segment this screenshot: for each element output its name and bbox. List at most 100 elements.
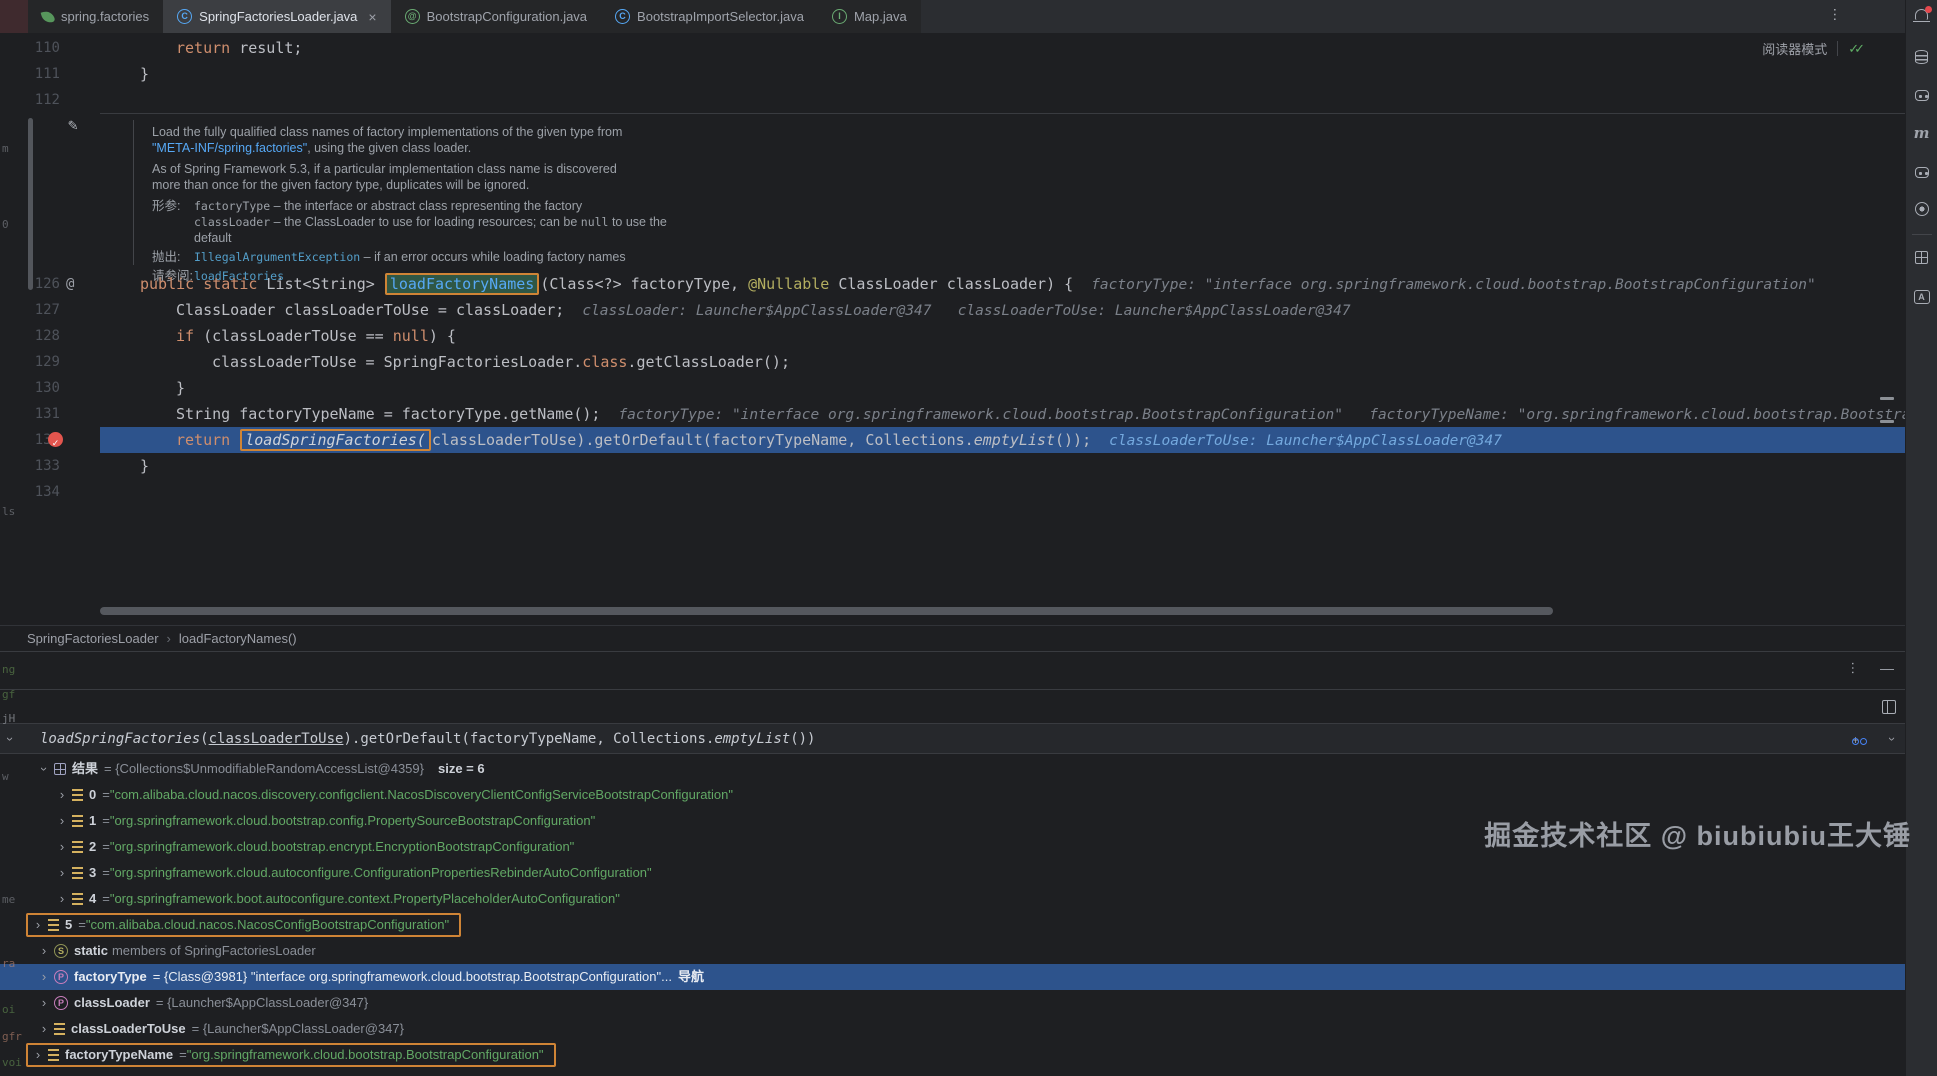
line-number[interactable]: 130 [30, 375, 60, 401]
collapse-chevron-icon[interactable]: › [0, 737, 25, 741]
debug-options-kebab-icon[interactable]: … [1849, 661, 1865, 675]
breadcrumb-class[interactable]: SpringFactoriesLoader [27, 631, 159, 646]
code-line-134 [100, 479, 1905, 505]
tree-chevron-icon[interactable]: › [36, 964, 52, 990]
inline-debugger-hint: factoryType: "interface org.springframew… [1091, 277, 1816, 293]
line-number[interactable]: 110 [30, 35, 60, 61]
tab-BootstrapConfiguration.java[interactable]: @ BootstrapConfiguration.java [391, 0, 601, 33]
javadoc-section-label: 形参: [152, 198, 194, 246]
divider [0, 689, 1905, 690]
horizontal-scrollbar-thumb[interactable] [100, 607, 1553, 615]
breadcrumb: SpringFactoriesLoader › loadFactoryNames… [0, 625, 1905, 651]
tree-chevron-icon[interactable]: › [30, 912, 46, 938]
panel-layout-icon[interactable] [1882, 700, 1896, 714]
annotation-icon: @ [405, 9, 420, 24]
variable-row-3[interactable]: ›3= "org.springframework.cloud.autoconfi… [0, 860, 1905, 886]
variable-row-factoryTypeName[interactable]: ›factoryTypeName= "org.springframework.c… [0, 1042, 1905, 1068]
navigate-link[interactable]: 导航 [678, 964, 704, 990]
class-icon: C [615, 9, 630, 24]
tree-chevron-icon[interactable]: › [30, 1042, 46, 1068]
tree-chevron-icon[interactable]: › [36, 990, 52, 1016]
close-tab-icon[interactable]: × [368, 10, 376, 24]
javadoc-text: factoryType – the interface or abstract … [194, 198, 672, 246]
tree-chevron-icon[interactable]: › [54, 886, 70, 912]
translate-icon[interactable]: A [1914, 290, 1930, 304]
editor-tab-bar: spring.factoriesCSpringFactoriesLoader.j… [0, 0, 1937, 33]
variable-name: 5 [65, 912, 72, 938]
tab-BootstrapImportSelector.java[interactable]: CBootstrapImportSelector.java [601, 0, 818, 33]
watch-expression[interactable]: loadSpringFactories(classLoaderToUse).ge… [40, 724, 815, 754]
ai-assistant-icon[interactable] [1915, 90, 1929, 101]
variable-value: = {Class@3981} "interface org.springfram… [153, 964, 672, 990]
tree-chevron-icon[interactable]: › [31, 761, 57, 777]
tab-list: spring.factoriesCSpringFactoriesLoader.j… [28, 0, 921, 33]
maven-icon[interactable]: m [1906, 125, 1937, 141]
clipped-text-fragment: ra [2, 957, 15, 970]
line-number[interactable]: 128 [30, 323, 60, 349]
tree-chevron-icon[interactable]: › [54, 860, 70, 886]
javadoc-link[interactable]: "META-INF/spring.factories" [152, 141, 307, 155]
array-item-icon [48, 919, 59, 931]
plugin-robot-icon[interactable] [1915, 167, 1929, 178]
minimize-icon[interactable]: — [1880, 660, 1894, 676]
parameter-icon: P [54, 970, 68, 984]
tree-chevron-icon[interactable]: › [36, 1016, 52, 1042]
database-icon[interactable] [1915, 50, 1928, 64]
tree-chevron-icon[interactable]: › [54, 782, 70, 808]
edit-javadoc-pencil-icon[interactable]: ✎ [68, 115, 78, 134]
variable-value: = [179, 1042, 187, 1068]
line-number[interactable]: 131 [30, 401, 60, 427]
line-number[interactable]: 133 [30, 453, 60, 479]
line-number[interactable]: 112 [30, 87, 60, 113]
line-number[interactable]: 126 [30, 271, 60, 297]
structure-grid-icon[interactable] [1915, 251, 1928, 264]
variable-value: = {Collections$UnmodifiableRandomAccessL… [104, 756, 424, 782]
variable-row-classLoader[interactable]: ›PclassLoader= {Launcher$AppClassLoader@… [0, 990, 1905, 1016]
line-number[interactable]: 129 [30, 349, 60, 375]
divider [1912, 234, 1932, 235]
variable-name: static [74, 938, 108, 964]
variable-row-factoryType[interactable]: ›PfactoryType= {Class@3981} "interface o… [0, 964, 1905, 990]
line-number[interactable]: 127 [30, 297, 60, 323]
javadoc-link[interactable]: IllegalArgumentException [194, 250, 360, 264]
tab-label: BootstrapConfiguration.java [427, 9, 587, 24]
static-members-icon: S [54, 944, 68, 958]
expression-history-chevron-icon[interactable]: › [1877, 737, 1907, 741]
settings-sync-icon[interactable] [1915, 202, 1929, 216]
tree-chevron-icon[interactable]: › [54, 834, 70, 860]
code-editor[interactable]: 阅读器模式 ✓✓ ✎ Load the fully qualified clas… [22, 33, 1905, 625]
variable-value: = {Launcher$AppClassLoader@347} [192, 1016, 404, 1042]
variable-name: classLoader [74, 990, 150, 1016]
left-scrollbar-thumb[interactable] [28, 118, 33, 290]
check-glyph: ✓ [52, 438, 60, 448]
variable-string-value: "com.alibaba.cloud.nacos.NacosConfigBoot… [86, 912, 449, 938]
tab-Map.java[interactable]: IMap.java [818, 0, 921, 33]
variable-string-value: "org.springframework.cloud.autoconfigure… [110, 860, 652, 886]
class-icon: C [177, 9, 192, 24]
javadoc-text: IllegalArgumentException – if an error o… [194, 249, 626, 265]
variable-row-classLoaderToUse[interactable]: ›classLoaderToUse= {Launcher$AppClassLoa… [0, 1016, 1905, 1042]
clipped-text-fragment: voi [2, 1056, 22, 1069]
interface-icon: I [832, 9, 847, 24]
parameter-icon: P [54, 996, 68, 1010]
line-number[interactable]: 111 [30, 61, 60, 87]
line-number[interactable]: 134 [30, 479, 60, 505]
tab-options-kebab-icon[interactable]: … [1825, 7, 1847, 25]
add-to-watches-icon[interactable]: + [1852, 727, 1874, 751]
clipped-text-fragment: oi [2, 1003, 15, 1016]
tab-SpringFactoriesLoader.java[interactable]: CSpringFactoriesLoader.java× [163, 0, 390, 33]
notifications-bell-icon[interactable] [1915, 9, 1928, 20]
breadcrumb-method[interactable]: loadFactoryNames() [179, 631, 297, 646]
tree-chevron-icon[interactable]: › [54, 808, 70, 834]
variable-row-4[interactable]: ›4= "org.springframework.boot.autoconfig… [0, 886, 1905, 912]
tree-chevron-icon[interactable]: › [36, 938, 52, 964]
evaluate-expression-row[interactable]: › loadSpringFactories(classLoaderToUse).… [0, 724, 1905, 754]
variable-row-5[interactable]: ›5= "com.alibaba.cloud.nacos.NacosConfig… [0, 912, 1905, 938]
code-line-126: public static List<String> loadFactoryNa… [100, 271, 1905, 297]
breakpoint-hit-icon[interactable]: ✓ [48, 432, 63, 447]
variable-row-结果[interactable]: ›结果= {Collections$UnmodifiableRandomAcce… [0, 756, 1905, 782]
array-item-icon [72, 841, 83, 853]
variable-row-static[interactable]: ›Sstaticmembers of SpringFactoriesLoader [0, 938, 1905, 964]
variable-row-0[interactable]: ›0= "com.alibaba.cloud.nacos.discovery.c… [0, 782, 1905, 808]
tab-spring.factories[interactable]: spring.factories [28, 0, 163, 33]
